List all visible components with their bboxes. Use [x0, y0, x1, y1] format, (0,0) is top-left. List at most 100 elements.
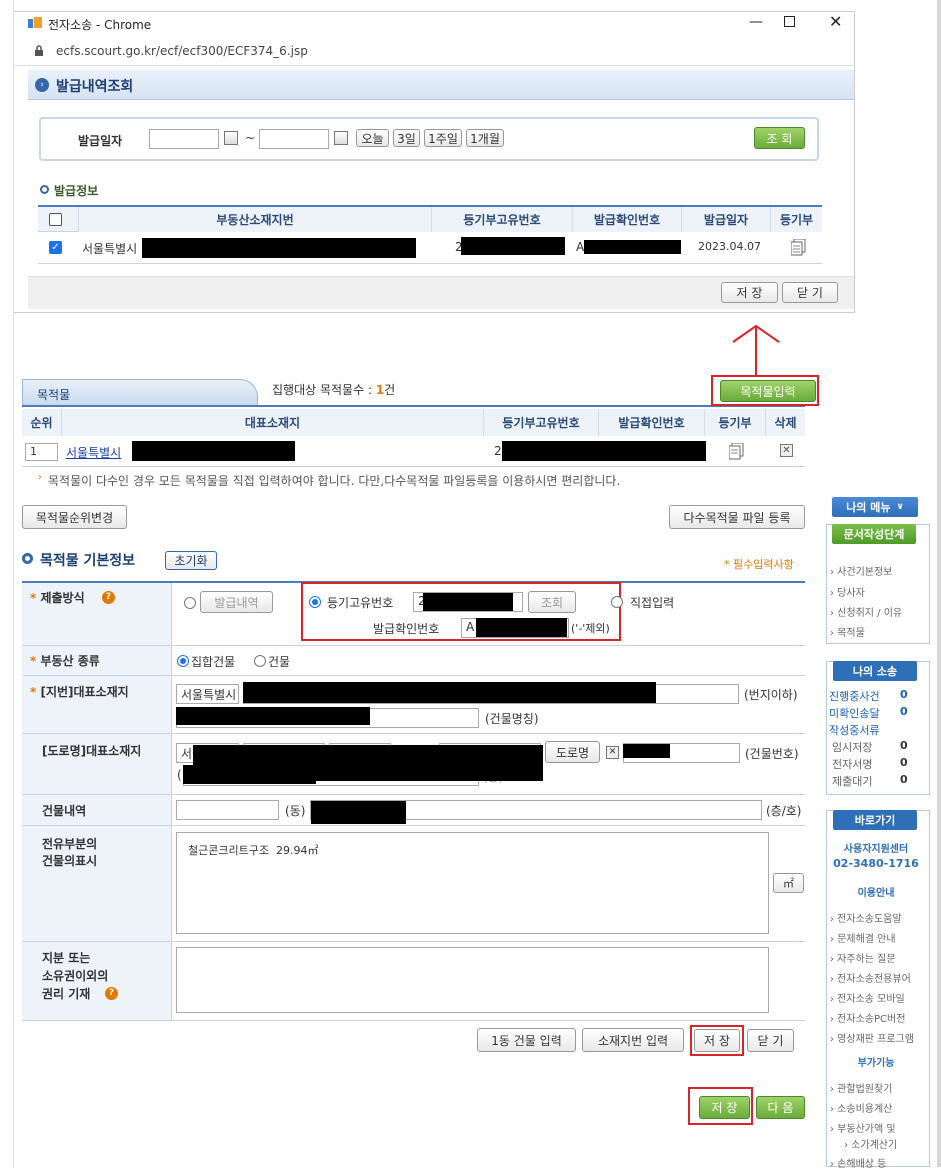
- target-count-label: 집행대상 목적물수 : 1건: [272, 383, 396, 397]
- redacted-block: [142, 238, 416, 258]
- popup-save-button[interactable]: 저 장: [721, 282, 778, 303]
- suit-item[interactable]: 진행중사건: [829, 688, 880, 704]
- exclusive-label-1: 전유부분의: [42, 837, 98, 851]
- my-menu-button[interactable]: 나의 메뉴 ∨: [832, 497, 918, 517]
- dong-note: (동): [285, 804, 306, 818]
- rank-input[interactable]: 1: [25, 443, 58, 461]
- heading-arrow-icon: ›: [35, 78, 49, 92]
- redacted-block: [176, 707, 370, 725]
- first-building-button[interactable]: 1동 건물 입력: [477, 1028, 576, 1052]
- radio-aggregate[interactable]: [177, 655, 189, 667]
- url-bar[interactable]: ecfs.scourt.go.kr/ecf/ecf300/ECF374_6.js…: [14, 38, 854, 66]
- share-label-3: 권리 기재: [42, 987, 91, 1001]
- road-front-text: (: [177, 768, 182, 782]
- lock-icon: [34, 44, 44, 60]
- popup-close-button[interactable]: 닫 기: [782, 282, 838, 303]
- sqm-button[interactable]: ㎡: [773, 873, 804, 893]
- target-address-link[interactable]: 서울특별시: [66, 444, 121, 461]
- guide-item[interactable]: › 문제해결 안내: [830, 930, 896, 945]
- suit-item[interactable]: 미확인송달: [829, 705, 880, 721]
- col-delete: 삭제: [766, 409, 805, 436]
- calendar-icon[interactable]: [334, 131, 348, 145]
- highlight-box: [690, 1025, 744, 1056]
- help-icon[interactable]: ?: [105, 987, 118, 1000]
- 3day-button[interactable]: 3일: [393, 129, 420, 147]
- dong-input[interactable]: [176, 800, 279, 820]
- 1week-button[interactable]: 1주일: [424, 129, 462, 147]
- road-search-button[interactable]: 도로명: [545, 741, 600, 763]
- minimize-button[interactable]: —: [749, 14, 763, 30]
- radio-issue[interactable]: [184, 597, 196, 609]
- guide-item[interactable]: › 전자소송 모바일: [830, 990, 905, 1005]
- guide-item[interactable]: › 전자소송PC버전: [830, 1010, 905, 1025]
- col-register: 등기부: [771, 207, 822, 232]
- col-address: 부동산소재지번: [78, 207, 432, 232]
- highlight-box: [711, 375, 819, 406]
- help-icon[interactable]: ?: [102, 591, 115, 604]
- share-textarea[interactable]: [176, 947, 769, 1013]
- stage-item[interactable]: › 목적물: [830, 624, 865, 639]
- popup-heading: 발급내역조회: [56, 79, 134, 95]
- document-icon[interactable]: [790, 238, 806, 259]
- suit-item[interactable]: 작성중서류: [829, 722, 880, 738]
- extra-item[interactable]: › 소송비용계산: [830, 1100, 892, 1115]
- select-all-checkbox[interactable]: [49, 213, 62, 226]
- lot-input-button[interactable]: 소재지번 입력: [582, 1028, 684, 1052]
- extra-item[interactable]: › 관할법원찾기: [830, 1080, 892, 1095]
- exclusive-textarea[interactable]: 철근콘크리트구조 29.94㎡: [176, 832, 769, 934]
- suit-sub-item[interactable]: 제출대기: [832, 773, 872, 789]
- today-button[interactable]: 오늘: [356, 129, 389, 147]
- notice-arrow-icon: ›: [38, 472, 42, 483]
- clear-icon[interactable]: ✕: [606, 746, 619, 759]
- tab-underline: [22, 405, 805, 407]
- calendar-icon[interactable]: [224, 131, 238, 145]
- stage-item[interactable]: › 당사자: [830, 584, 865, 599]
- radio-direct[interactable]: [611, 596, 623, 608]
- guide-item[interactable]: › 전자소송전용뷰어: [830, 970, 911, 985]
- row-divider: [22, 733, 805, 734]
- support-center[interactable]: 사용자지원센터: [833, 840, 919, 855]
- row-checkbox[interactable]: ✓: [49, 241, 62, 254]
- search-button[interactable]: 조 회: [754, 127, 805, 149]
- tab-target[interactable]: 목적물: [22, 379, 258, 406]
- property-type-label: * 부동산 종류: [30, 654, 100, 668]
- redacted-block: [476, 618, 567, 637]
- close-window-button[interactable]: ✕: [829, 12, 842, 31]
- order-change-button[interactable]: 목적물순위변경: [22, 505, 127, 529]
- col-issue-date: 발급일자: [682, 207, 771, 232]
- stage-item[interactable]: › 사건기본정보: [830, 563, 892, 578]
- guide-item[interactable]: › 영상재판 프로그램: [830, 1030, 914, 1045]
- row-confirm-no: A: [576, 240, 585, 254]
- reg-search-button[interactable]: 조회: [528, 591, 576, 613]
- radio-reg-no[interactable]: [309, 596, 321, 608]
- highlight-box: [688, 1087, 753, 1125]
- maximize-button[interactable]: [784, 16, 795, 27]
- delete-icon[interactable]: ✕: [780, 444, 793, 457]
- suit-sub-item[interactable]: 전자서명: [832, 756, 872, 772]
- document-icon[interactable]: [728, 442, 744, 463]
- next-button[interactable]: 다 음: [756, 1096, 805, 1119]
- lot-city-input[interactable]: 서울특별시: [176, 684, 239, 704]
- suit-sub-item[interactable]: 임시저장: [832, 739, 872, 755]
- extra-header: 부가기능: [857, 1058, 895, 1069]
- issue-history-button[interactable]: 발급내역: [200, 591, 273, 613]
- building-no-note: (건물번호): [745, 747, 799, 761]
- stage-item[interactable]: › 신청취지 / 이유: [830, 604, 902, 619]
- my-suit-header: 나의 소송: [833, 661, 917, 681]
- extra-item[interactable]: › 소가계산기: [844, 1136, 897, 1151]
- title-bar: 전자소송 - Chrome — ✕: [14, 12, 854, 36]
- guide-item[interactable]: › 전자소송도움말: [830, 910, 902, 925]
- extra-item[interactable]: › 손해배상 등: [830, 1155, 886, 1170]
- file-register-button[interactable]: 다수목적물 파일 등록: [669, 505, 805, 529]
- form-close-button[interactable]: 닫 기: [747, 1029, 794, 1052]
- direct-option-label: 직접입력: [630, 596, 675, 610]
- extra-item[interactable]: › 부동산가액 및: [830, 1120, 896, 1135]
- guide-item[interactable]: › 자주하는 질문: [830, 950, 896, 965]
- date-from-input[interactable]: [149, 129, 219, 149]
- 1month-button[interactable]: 1개월: [466, 129, 504, 147]
- date-to-input[interactable]: [259, 129, 329, 149]
- reg-no-option-label: 등기고유번호: [327, 596, 394, 610]
- reset-button[interactable]: 초기화: [165, 551, 217, 570]
- radio-building[interactable]: [254, 655, 266, 667]
- row-divider: [22, 941, 805, 942]
